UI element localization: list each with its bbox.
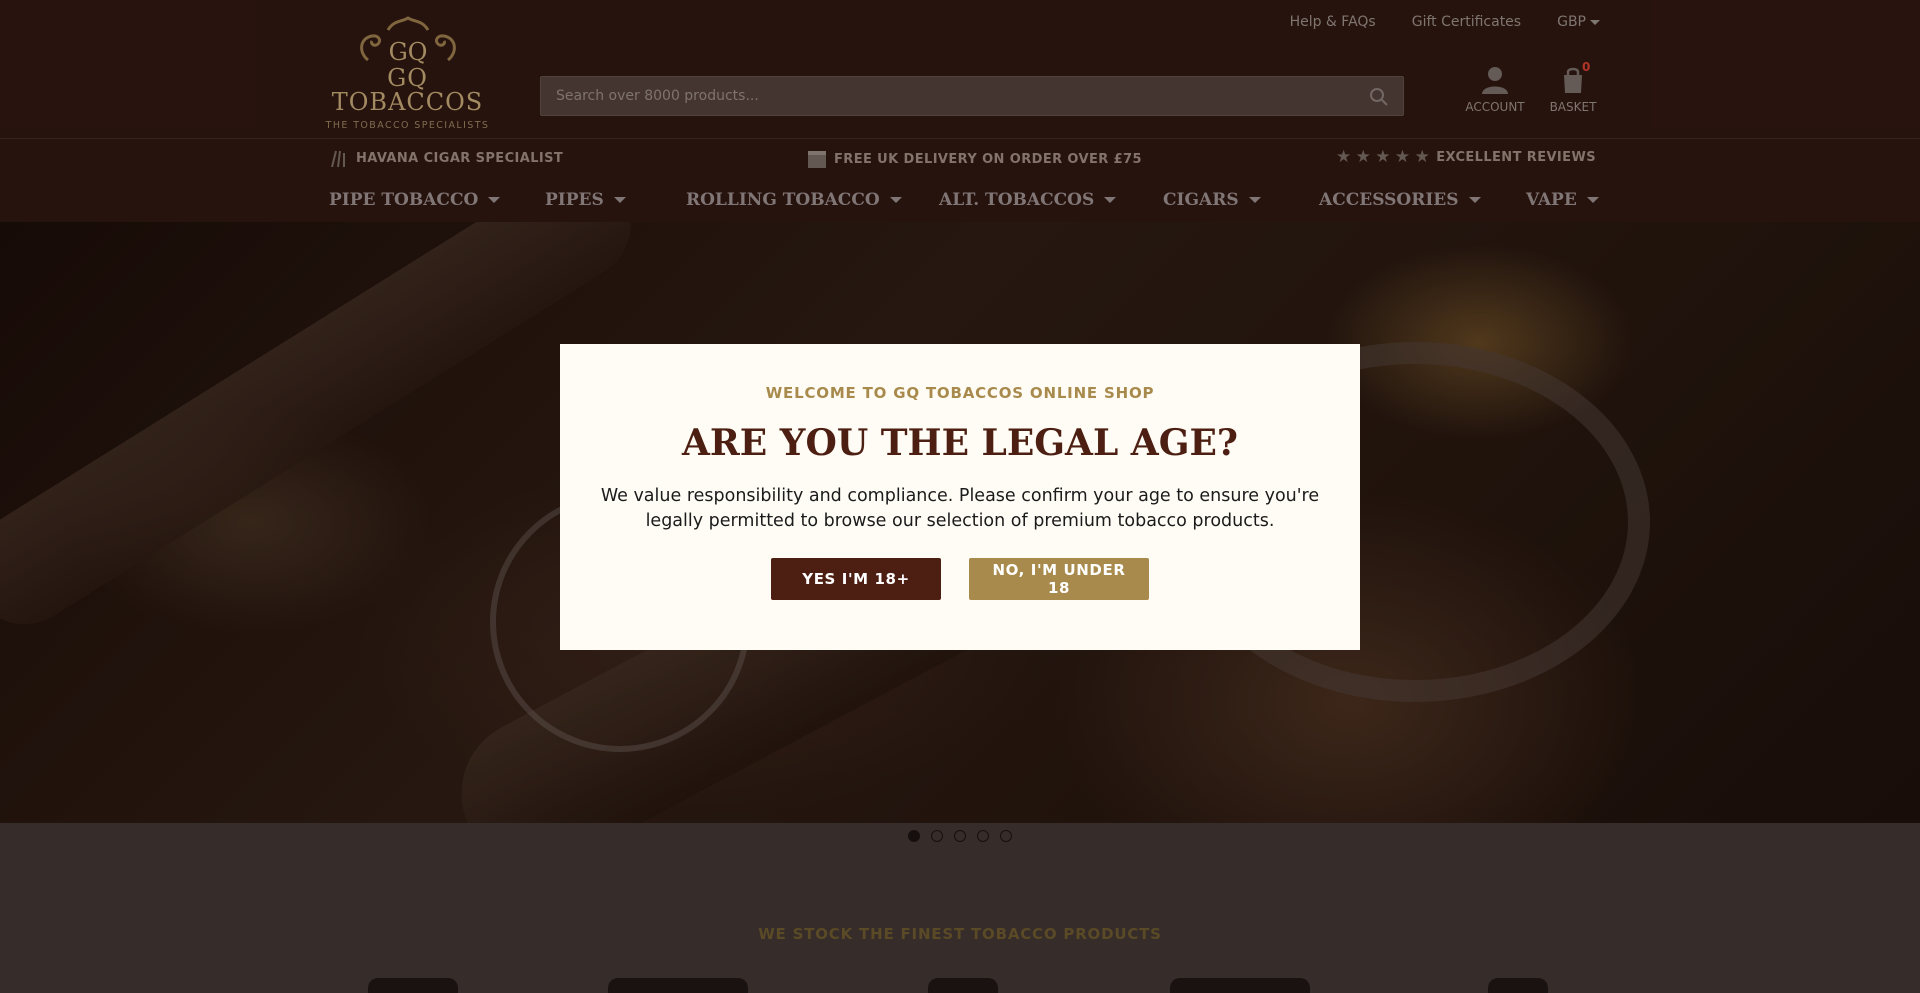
modal-actions: YES I'M 18+ NO, I'M UNDER 18: [560, 558, 1360, 600]
under-age-button[interactable]: NO, I'M UNDER 18: [969, 558, 1149, 600]
modal-eyebrow: WELCOME TO GQ TOBACCOS ONLINE SHOP: [765, 384, 1155, 402]
modal-title: ARE YOU THE LEGAL AGE?: [681, 422, 1239, 464]
modal-overlay: WELCOME TO GQ TOBACCOS ONLINE SHOP ARE Y…: [0, 0, 1920, 993]
modal-description: We value responsibility and compliance. …: [600, 486, 1320, 531]
age-verification-modal: WELCOME TO GQ TOBACCOS ONLINE SHOP ARE Y…: [560, 344, 1360, 650]
confirm-age-button[interactable]: YES I'M 18+: [771, 558, 941, 600]
